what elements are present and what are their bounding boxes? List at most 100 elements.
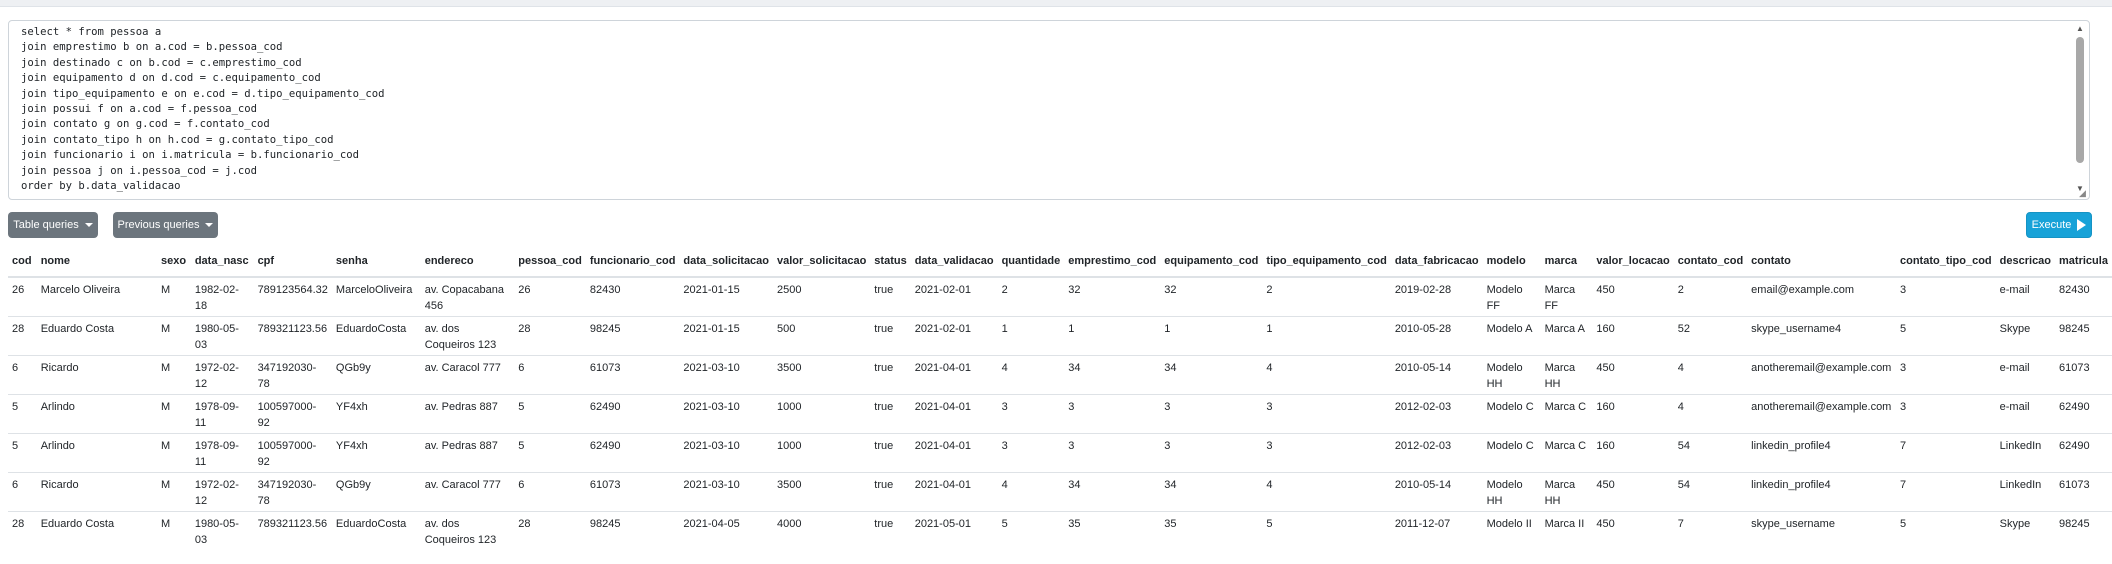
cell-nome: Eduardo Costa <box>36 510 158 550</box>
cell-contato-cod: 7 <box>1673 510 1748 550</box>
cell-valor-solicitacao: 2500 <box>773 276 871 316</box>
cell-data-fabricacao: 2010-05-14 <box>1390 354 1483 394</box>
cell-matricula: 98245 <box>2055 510 2112 550</box>
cell-data-fabricacao: 2010-05-28 <box>1390 315 1483 355</box>
cell-cod: 5 <box>8 432 37 472</box>
cell-emprestimo-cod: 3 <box>1064 393 1161 433</box>
column-header-marca: marca <box>1540 246 1593 278</box>
cell-contato: anotheremail@example.com <box>1747 393 1896 433</box>
cell-valor-solicitacao: 1000 <box>773 432 871 472</box>
column-header-modelo: modelo <box>1482 246 1541 278</box>
cell-tipo-equipamento-cod: 1 <box>1262 315 1391 355</box>
cell-status: true <box>870 393 911 433</box>
column-header-valor-solicitacao: valor_solicitacao <box>773 246 871 278</box>
cell-equipamento-cod: 3 <box>1160 393 1263 433</box>
column-header-descricao: descricao <box>1995 246 2056 278</box>
cell-modelo: Modelo II <box>1482 510 1541 550</box>
cell-endereco: av. Copacabana 456 <box>420 276 515 316</box>
cell-tipo-equipamento-cod: 4 <box>1262 471 1391 511</box>
table-queries-button[interactable]: Table queries <box>8 212 98 238</box>
cell-contato-cod: 4 <box>1673 393 1748 433</box>
cell-marca: Marca A <box>1540 315 1593 355</box>
cell-senha: YF4xh <box>331 432 421 472</box>
cell-data-nasc: 1980-05-03 <box>190 510 254 550</box>
column-header-senha: senha <box>331 246 421 278</box>
editor-scrollbar[interactable]: ▲ ▼ <box>2073 23 2087 197</box>
cell-marca: Marca II <box>1540 510 1593 550</box>
cell-modelo: Modelo HH <box>1482 471 1541 511</box>
cell-nome: Arlindo <box>36 393 158 433</box>
cell-descricao: Skype <box>1995 510 2056 550</box>
cell-valor-solicitacao: 500 <box>773 315 871 355</box>
cell-sexo: M <box>157 276 191 316</box>
cell-modelo: Modelo C <box>1482 393 1541 433</box>
column-header-endereco: endereco <box>420 246 515 278</box>
scroll-up-arrow-icon[interactable]: ▲ <box>2073 23 2087 35</box>
cell-valor-locacao: 450 <box>1592 471 1674 511</box>
cell-marca: Marca HH <box>1540 471 1593 511</box>
cell-emprestimo-cod: 1 <box>1064 315 1161 355</box>
cell-cpf: 789321123.56 <box>253 315 332 355</box>
cell-contato-tipo-cod: 3 <box>1895 393 1996 433</box>
cell-nome: Marcelo Oliveira <box>36 276 158 316</box>
cell-funcionario-cod: 82430 <box>585 276 680 316</box>
cell-data-nasc: 1980-05-03 <box>190 315 254 355</box>
cell-modelo: Modelo HH <box>1482 354 1541 394</box>
column-header-data-validacao: data_validacao <box>910 246 998 278</box>
cell-valor-solicitacao: 1000 <box>773 393 871 433</box>
sql-query-editor[interactable]: select * from pessoa a join emprestimo b… <box>8 20 2090 200</box>
sql-query-text[interactable]: select * from pessoa a join emprestimo b… <box>21 25 2059 194</box>
column-header-valor-locacao: valor_locacao <box>1592 246 1674 278</box>
cell-quantidade: 4 <box>997 354 1065 394</box>
previous-queries-button[interactable]: Previous queries <box>113 212 218 238</box>
execute-label: Execute <box>2031 219 2072 231</box>
cell-data-solicitacao: 2021-03-10 <box>679 471 774 511</box>
cell-contato-cod: 54 <box>1673 432 1748 472</box>
cell-status: true <box>870 354 911 394</box>
cell-modelo: Modelo C <box>1482 432 1541 472</box>
cell-cpf: 347192030-78 <box>253 354 332 394</box>
cell-data-nasc: 1972-02-12 <box>190 354 254 394</box>
cell-marca: Marca FF <box>1540 276 1593 316</box>
scroll-thumb[interactable] <box>2076 37 2084 163</box>
cell-cpf: 100597000-92 <box>253 432 332 472</box>
cell-senha: EduardoCosta <box>331 510 421 550</box>
cell-funcionario-cod: 62490 <box>585 393 680 433</box>
cell-pessoa-cod: 5 <box>514 432 586 472</box>
cell-sexo: M <box>157 432 191 472</box>
cell-contato: skype_username4 <box>1747 315 1896 355</box>
column-header-data-nasc: data_nasc <box>190 246 254 278</box>
cell-endereco: av. dos Coqueiros 123 <box>420 510 515 550</box>
cell-contato-tipo-cod: 5 <box>1895 315 1996 355</box>
resize-grip-icon[interactable]: ◢ <box>2079 189 2087 198</box>
cell-valor-locacao: 450 <box>1592 276 1674 316</box>
cell-valor-locacao: 160 <box>1592 315 1674 355</box>
cell-funcionario-cod: 61073 <box>585 354 680 394</box>
table-row: 5 Arlindo M 1978-09-11 100597000-92 YF4xh av. … <box>8 432 2112 472</box>
cell-endereco: av. Caracol 777 <box>420 354 515 394</box>
cell-contato-cod: 54 <box>1673 471 1748 511</box>
table-row: 6 Ricardo M 1972-02-12 347192030-78 QGb9y av. … <box>8 471 2112 511</box>
cell-data-validacao: 2021-04-01 <box>910 432 998 472</box>
cell-endereco: av. Pedras 887 <box>420 432 515 472</box>
column-header-contato-cod: contato_cod <box>1673 246 1748 278</box>
cell-descricao: e-mail <box>1995 354 2056 394</box>
cell-contato: anotheremail@example.com <box>1747 354 1896 394</box>
cell-data-solicitacao: 2021-01-15 <box>679 276 774 316</box>
cell-senha: YF4xh <box>331 393 421 433</box>
cell-senha: QGb9y <box>331 471 421 511</box>
cell-endereco: av. Pedras 887 <box>420 393 515 433</box>
cell-cpf: 789123564.32 <box>253 276 332 316</box>
column-header-nome: nome <box>36 246 158 278</box>
cell-nome: Eduardo Costa <box>36 315 158 355</box>
cell-status: true <box>870 315 911 355</box>
cell-contato: skype_username <box>1747 510 1896 550</box>
table-row: 26 Marcelo Oliveira M 1982-02-18 789123564.3… <box>8 276 2112 316</box>
results-table: cod nome sexo data_nasc cpf senha endereco pess… <box>8 246 2112 550</box>
table-row: 5 Arlindo M 1978-09-11 100597000-92 YF4xh av. … <box>8 393 2112 433</box>
cell-status: true <box>870 471 911 511</box>
column-header-equipamento-cod: equipamento_cod <box>1160 246 1263 278</box>
cell-valor-locacao: 160 <box>1592 432 1674 472</box>
cell-matricula: 82430 <box>2055 276 2112 316</box>
execute-button[interactable]: Execute <box>2026 212 2092 238</box>
